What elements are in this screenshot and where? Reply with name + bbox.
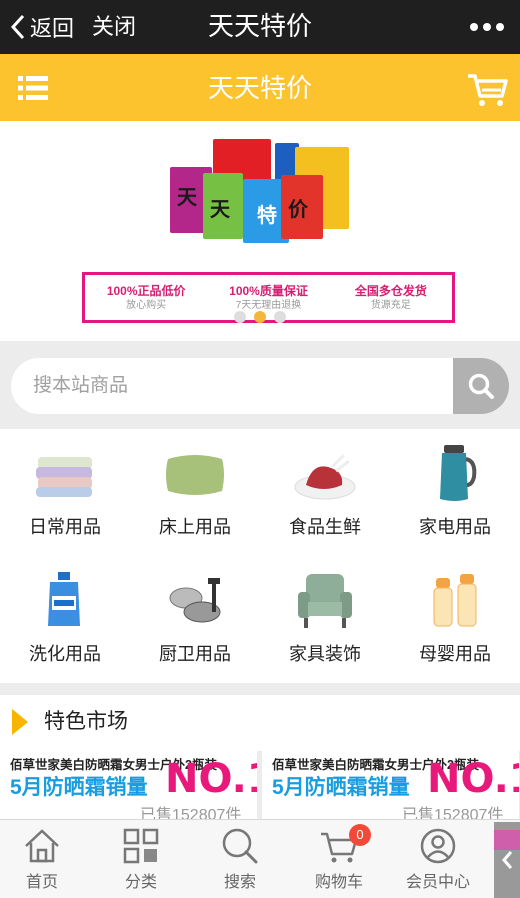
bag-char: 特 xyxy=(257,205,277,227)
category-label: 家电用品 xyxy=(419,517,491,537)
carousel-dot[interactable] xyxy=(234,311,246,323)
carousel-indicators xyxy=(0,311,520,323)
ad-highlight: NO.1 xyxy=(165,756,257,802)
category-item[interactable]: 床上用品 xyxy=(130,429,260,556)
search-button[interactable] xyxy=(453,358,509,414)
tab-label: 分类 xyxy=(124,874,157,891)
kettle-icon xyxy=(440,445,477,501)
tab-member-center[interactable]: 会员中心 xyxy=(388,820,488,898)
category-label: 母婴用品 xyxy=(419,644,491,664)
featured-section-header: 特色市场 xyxy=(0,695,520,751)
system-nav-bar: 返回 关闭 天天特价 xyxy=(0,0,520,54)
promo-title: 100%质量保证 xyxy=(229,284,308,298)
side-tab-marker xyxy=(494,830,520,850)
chevron-left-icon xyxy=(10,14,25,40)
category-item[interactable]: 母婴用品 xyxy=(390,556,520,683)
bottom-tab-bar: 首页 分类 搜索 0 购物车 会员中心 xyxy=(0,819,520,898)
tab-search[interactable]: 搜索 xyxy=(190,820,290,898)
ad-highlight: NO.1 xyxy=(427,756,519,802)
page-title: 天天特价 xyxy=(207,73,312,103)
tab-home[interactable]: 首页 xyxy=(0,820,92,898)
promo-title: 全国多仓发货 xyxy=(354,284,427,298)
cart-icon[interactable] xyxy=(466,70,508,108)
detergent-icon xyxy=(48,572,80,626)
home-icon xyxy=(25,829,59,863)
tab-label: 购物车 xyxy=(314,874,363,891)
promo-title: 100%正品低价 xyxy=(106,284,186,298)
section-marker-icon xyxy=(12,709,28,735)
product-ad[interactable]: 佰草世家美白防晒霜女男士户外2瓶装 5月防晒霜销量 NO.1 已售152807件 xyxy=(0,751,257,819)
more-options-icon[interactable] xyxy=(470,12,504,42)
category-label: 食品生鲜 xyxy=(289,517,361,537)
section-title: 特色市场 xyxy=(44,710,128,733)
chevron-left-icon xyxy=(502,851,513,869)
cart-badge: 0 xyxy=(349,824,371,846)
product-ad[interactable]: 佰草世家美白防晒霜女男士户外2瓶装 5月防晒霜销量 NO.1 已售152807件 xyxy=(262,751,519,819)
category-grid: 日常用品 床上用品 食品生鲜 家电用品 洗化用品 厨卫用品 家具装饰 母婴用品 xyxy=(0,429,520,683)
category-label: 洗化用品 xyxy=(29,644,101,664)
category-label: 床上用品 xyxy=(159,517,231,537)
ad-slogan: 5月防晒霜销量 xyxy=(272,776,410,799)
category-label: 厨卫用品 xyxy=(159,644,231,664)
category-item[interactable]: 家具装饰 xyxy=(260,556,390,683)
bag-char: 价 xyxy=(288,199,308,221)
search-input[interactable] xyxy=(11,358,453,414)
meat-icon xyxy=(294,453,356,500)
back-label: 返回 xyxy=(30,16,75,41)
cookware-icon xyxy=(169,578,221,623)
ad-sold-count: 已售152807件 xyxy=(140,807,242,819)
back-button[interactable]: 返回 xyxy=(10,10,74,44)
bag-char: 天 xyxy=(177,187,197,209)
baby-bottle-icon xyxy=(433,574,477,627)
search-icon xyxy=(222,828,258,864)
search-box xyxy=(11,358,453,414)
ad-sold-count: 已售152807件 xyxy=(402,807,504,819)
featured-ads: 佰草世家美白防晒霜女男士户外2瓶装 5月防晒霜销量 NO.1 已售152807件… xyxy=(0,751,520,819)
user-icon xyxy=(420,828,456,864)
category-grid-icon xyxy=(123,828,159,864)
category-label: 日常用品 xyxy=(29,517,101,537)
promo-banner[interactable]: 天 天 特 价 100%正品低价 放心购买 100%质量保证 7天无理由退换 全… xyxy=(0,121,520,341)
category-item[interactable]: 家电用品 xyxy=(390,429,520,556)
nav-title: 天天特价 xyxy=(207,11,312,41)
tab-label: 会员中心 xyxy=(405,874,470,891)
ad-slogan: 5月防晒霜销量 xyxy=(10,776,148,799)
towels-icon xyxy=(36,457,92,497)
category-item[interactable]: 洗化用品 xyxy=(0,556,130,683)
search-area xyxy=(0,341,520,429)
category-item[interactable]: 食品生鲜 xyxy=(260,429,390,556)
tab-label: 搜索 xyxy=(223,874,256,891)
category-label: 家具装饰 xyxy=(289,644,361,664)
carousel-dot-active[interactable] xyxy=(254,311,266,323)
pillow-icon xyxy=(166,455,224,495)
side-drawer-toggle[interactable] xyxy=(494,822,520,898)
shopping-bags-illustration: 天 天 特 价 xyxy=(165,131,355,281)
category-item[interactable]: 厨卫用品 xyxy=(130,556,260,683)
bag-char: 天 xyxy=(210,199,230,221)
close-button[interactable]: 关闭 xyxy=(92,10,136,44)
armchair-icon xyxy=(298,574,352,628)
section-divider xyxy=(0,683,520,695)
tab-cart[interactable]: 0 购物车 xyxy=(289,820,389,898)
carousel-dot[interactable] xyxy=(274,311,286,323)
tab-label: 首页 xyxy=(25,874,58,891)
category-item[interactable]: 日常用品 xyxy=(0,429,130,556)
app-header: 天天特价 xyxy=(0,54,520,121)
search-icon xyxy=(468,373,494,399)
tab-category[interactable]: 分类 xyxy=(91,820,191,898)
